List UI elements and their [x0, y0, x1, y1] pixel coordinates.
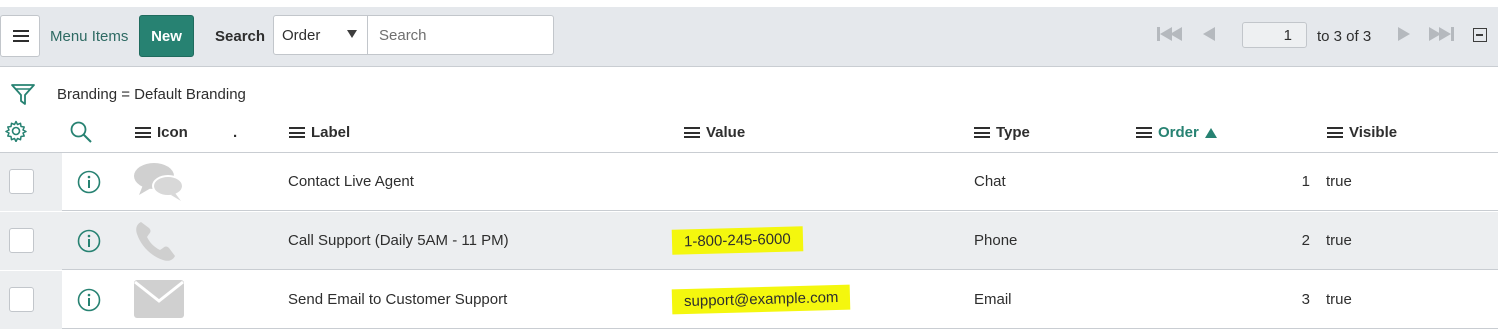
info-icon[interactable]: [77, 229, 101, 257]
row-order: 2: [1301, 232, 1310, 249]
column-menu-icon[interactable]: [684, 127, 700, 138]
row-label[interactable]: Contact Live Agent: [288, 173, 414, 190]
column-header-value[interactable]: Value: [684, 124, 745, 141]
next-page-icon[interactable]: [1398, 27, 1410, 43]
column-menu-icon[interactable]: [1327, 127, 1343, 138]
list-header: Menu Items New Search Order to 3 of 3: [0, 7, 1498, 67]
chat-bubbles-icon: [133, 161, 185, 207]
row-value: support@example.com: [671, 284, 851, 315]
row-type: Chat: [974, 173, 1006, 190]
row-order: 3: [1301, 291, 1310, 308]
column-header-dot: .: [233, 124, 238, 141]
column-menu-icon[interactable]: [135, 127, 151, 138]
row-checkbox[interactable]: [9, 287, 34, 312]
row-visible: true: [1326, 232, 1352, 249]
row-checkbox[interactable]: [9, 169, 34, 194]
column-menu-icon[interactable]: [1136, 127, 1152, 138]
page-info: to 3 of 3: [1317, 28, 1372, 45]
first-page-icon[interactable]: [1157, 27, 1182, 43]
search-icon[interactable]: [69, 120, 93, 144]
page-number-input[interactable]: [1242, 22, 1307, 48]
phone-icon: [133, 218, 179, 268]
filter-icon[interactable]: [10, 82, 36, 112]
row-order: 1: [1301, 173, 1310, 190]
filter-breadcrumb[interactable]: Branding = Default Branding: [57, 86, 246, 103]
info-icon[interactable]: [77, 170, 101, 198]
highlight-mark: support@example.com: [671, 284, 851, 315]
search-input[interactable]: [367, 15, 554, 55]
collapse-icon[interactable]: [1473, 28, 1487, 42]
table-row[interactable]: Call Support (Daily 5AM - 11 PM) 1-800-2…: [0, 212, 1498, 270]
row-label[interactable]: Send Email to Customer Support: [288, 291, 507, 308]
previous-page-icon[interactable]: [1203, 27, 1215, 43]
row-type: Email: [974, 291, 1012, 308]
row-checkbox[interactable]: [9, 228, 34, 253]
chevron-down-icon: [347, 30, 357, 38]
last-page-icon[interactable]: [1429, 27, 1454, 43]
search-label: Search: [215, 28, 266, 45]
personalize-list-gear-icon[interactable]: [5, 120, 27, 142]
row-value: 1-800-245-6000: [671, 226, 804, 255]
new-button[interactable]: New: [139, 15, 194, 57]
list-title[interactable]: Menu Items: [50, 28, 128, 45]
row-type: Phone: [974, 232, 1018, 249]
column-menu-icon[interactable]: [289, 127, 305, 138]
column-header-visible[interactable]: Visible: [1327, 124, 1397, 141]
search-field-select[interactable]: Order: [273, 15, 368, 55]
sort-ascending-icon: [1204, 127, 1217, 138]
column-header-icon[interactable]: Icon: [135, 124, 188, 141]
hamburger-icon: [13, 30, 29, 42]
row-visible: true: [1326, 173, 1352, 190]
column-header-order[interactable]: Order: [1136, 124, 1217, 141]
table-row[interactable]: Contact Live Agent Chat 1 true: [0, 153, 1498, 211]
search-field-value: Order: [282, 27, 321, 44]
column-header-label[interactable]: Label: [289, 124, 350, 141]
highlight-mark: 1-800-245-6000: [671, 226, 804, 255]
info-icon[interactable]: [77, 288, 101, 316]
envelope-icon: [133, 279, 185, 323]
column-menu-icon[interactable]: [974, 127, 990, 138]
row-label[interactable]: Call Support (Daily 5AM - 11 PM): [288, 232, 509, 249]
context-menu-button[interactable]: [0, 15, 40, 57]
column-header-type[interactable]: Type: [974, 124, 1030, 141]
table-row[interactable]: Send Email to Customer Support support@e…: [0, 271, 1498, 329]
row-visible: true: [1326, 291, 1352, 308]
